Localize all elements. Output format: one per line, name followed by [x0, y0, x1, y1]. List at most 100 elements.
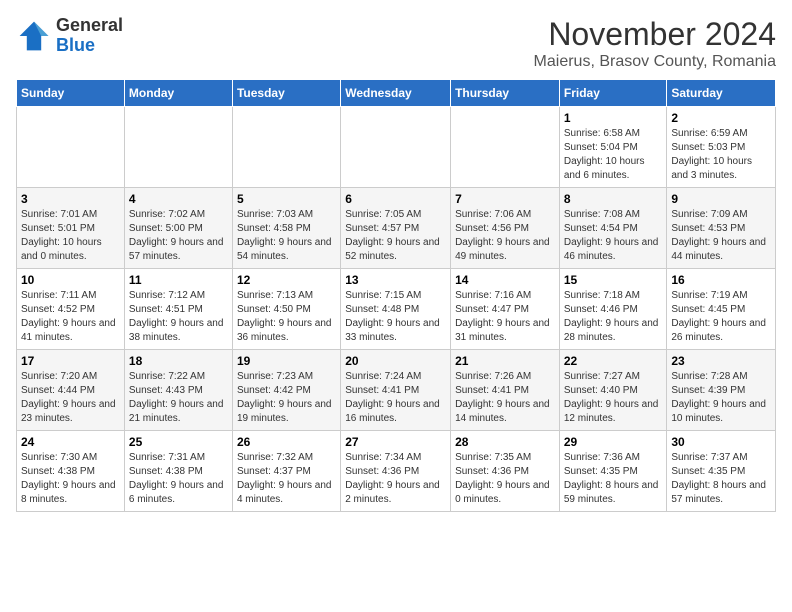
- calendar-cell: 20 Sunrise: 7:24 AM Sunset: 4:41 PM Dayli…: [341, 350, 451, 431]
- day-info: Sunrise: 7:08 AM Sunset: 4:54 PM Dayligh…: [564, 208, 663, 264]
- logo-text: General Blue: [56, 16, 123, 56]
- day-info: Sunrise: 7:19 AM Sunset: 4:45 PM Dayligh…: [671, 289, 771, 345]
- month-title: November 2024: [534, 16, 776, 53]
- calendar-cell: 30 Sunrise: 7:37 AM Sunset: 4:35 PM Dayli…: [667, 431, 776, 512]
- day-info: Sunrise: 7:05 AM Sunset: 4:57 PM Dayligh…: [345, 208, 446, 264]
- day-info: Sunrise: 7:37 AM Sunset: 4:35 PM Dayligh…: [671, 451, 771, 507]
- day-info: Sunrise: 7:13 AM Sunset: 4:50 PM Dayligh…: [237, 289, 336, 345]
- day-number: 22: [564, 354, 663, 368]
- calendar-cell: [232, 107, 340, 188]
- calendar-cell: 26 Sunrise: 7:32 AM Sunset: 4:37 PM Dayli…: [232, 431, 340, 512]
- day-info: Sunrise: 7:20 AM Sunset: 4:44 PM Dayligh…: [21, 370, 120, 426]
- calendar-cell: 17 Sunrise: 7:20 AM Sunset: 4:44 PM Dayli…: [17, 350, 125, 431]
- day-info: Sunrise: 7:32 AM Sunset: 4:37 PM Dayligh…: [237, 451, 336, 507]
- day-number: 16: [671, 273, 771, 287]
- calendar-cell: 11 Sunrise: 7:12 AM Sunset: 4:51 PM Dayli…: [124, 269, 232, 350]
- logo-icon: [16, 18, 52, 54]
- day-info: Sunrise: 7:16 AM Sunset: 4:47 PM Dayligh…: [455, 289, 555, 345]
- day-number: 12: [237, 273, 336, 287]
- day-number: 1: [564, 111, 663, 125]
- calendar-cell: 10 Sunrise: 7:11 AM Sunset: 4:52 PM Dayli…: [17, 269, 125, 350]
- day-number: 11: [129, 273, 228, 287]
- day-number: 17: [21, 354, 120, 368]
- calendar-cell: 3 Sunrise: 7:01 AM Sunset: 5:01 PM Daylig…: [17, 188, 125, 269]
- calendar-cell: 18Sunrise: 7:22 AM Sunset: 4:43 PM Dayli…: [124, 350, 232, 431]
- day-info: Sunrise: 7:34 AM Sunset: 4:36 PM Dayligh…: [345, 451, 446, 507]
- calendar-cell: 8 Sunrise: 7:08 AM Sunset: 4:54 PM Daylig…: [559, 188, 667, 269]
- day-number: 28: [455, 435, 555, 449]
- day-info: Sunrise: 7:23 AM Sunset: 4:42 PM Dayligh…: [237, 370, 336, 426]
- day-info: Sunrise: 7:36 AM Sunset: 4:35 PM Dayligh…: [564, 451, 663, 507]
- day-info: Sunrise: 6:58 AM Sunset: 5:04 PM Dayligh…: [564, 127, 663, 183]
- day-info: Sunrise: 7:12 AM Sunset: 4:51 PM Dayligh…: [129, 289, 228, 345]
- calendar-cell: [17, 107, 125, 188]
- day-of-week-header: Monday: [124, 80, 232, 107]
- day-info: Sunrise: 7:03 AM Sunset: 4:58 PM Dayligh…: [237, 208, 336, 264]
- calendar-week-row: 3 Sunrise: 7:01 AM Sunset: 5:01 PM Daylig…: [17, 188, 776, 269]
- calendar-cell: 23Sunrise: 7:28 AM Sunset: 4:39 PM Dayli…: [667, 350, 776, 431]
- day-info: Sunrise: 7:31 AM Sunset: 4:38 PM Dayligh…: [129, 451, 228, 507]
- day-number: 21: [455, 354, 555, 368]
- day-of-week-header: Sunday: [17, 80, 125, 107]
- day-number: 25: [129, 435, 228, 449]
- day-info: Sunrise: 7:09 AM Sunset: 4:53 PM Dayligh…: [671, 208, 771, 264]
- day-number: 6: [345, 192, 446, 206]
- day-info: Sunrise: 7:24 AM Sunset: 4:41 PM Dayligh…: [345, 370, 446, 426]
- day-info: Sunrise: 7:02 AM Sunset: 5:00 PM Dayligh…: [129, 208, 228, 264]
- day-info: Sunrise: 7:06 AM Sunset: 4:56 PM Dayligh…: [455, 208, 555, 264]
- day-number: 8: [564, 192, 663, 206]
- calendar-week-row: 1 Sunrise: 6:58 AM Sunset: 5:04 PM Daylig…: [17, 107, 776, 188]
- day-number: 20: [345, 354, 446, 368]
- calendar-cell: 12 Sunrise: 7:13 AM Sunset: 4:50 PM Dayli…: [232, 269, 340, 350]
- day-number: 9: [671, 192, 771, 206]
- day-info: Sunrise: 7:26 AM Sunset: 4:41 PM Dayligh…: [455, 370, 555, 426]
- day-number: 15: [564, 273, 663, 287]
- calendar-cell: 14 Sunrise: 7:16 AM Sunset: 4:47 PM Dayli…: [451, 269, 560, 350]
- day-number: 5: [237, 192, 336, 206]
- day-number: 30: [671, 435, 771, 449]
- day-of-week-header: Friday: [559, 80, 667, 107]
- day-number: 29: [564, 435, 663, 449]
- day-info: Sunrise: 7:22 AM Sunset: 4:43 PM Dayligh…: [129, 370, 228, 426]
- calendar-cell: 28Sunrise: 7:35 AM Sunset: 4:36 PM Dayli…: [451, 431, 560, 512]
- calendar-cell: 22 Sunrise: 7:27 AM Sunset: 4:40 PM Dayli…: [559, 350, 667, 431]
- day-info: Sunrise: 7:01 AM Sunset: 5:01 PM Dayligh…: [21, 208, 120, 264]
- day-of-week-header: Wednesday: [341, 80, 451, 107]
- day-number: 24: [21, 435, 120, 449]
- day-info: Sunrise: 7:11 AM Sunset: 4:52 PM Dayligh…: [21, 289, 120, 345]
- day-number: 3: [21, 192, 120, 206]
- title-area: November 2024 Maierus, Brasov County, Ro…: [534, 16, 776, 71]
- day-number: 10: [21, 273, 120, 287]
- day-number: 27: [345, 435, 446, 449]
- day-number: 23: [671, 354, 771, 368]
- calendar-cell: 16 Sunrise: 7:19 AM Sunset: 4:45 PM Dayli…: [667, 269, 776, 350]
- calendar-cell: 25 Sunrise: 7:31 AM Sunset: 4:38 PM Dayli…: [124, 431, 232, 512]
- day-number: 14: [455, 273, 555, 287]
- calendar-table: SundayMondayTuesdayWednesdayThursdayFrid…: [16, 79, 776, 512]
- day-of-week-header: Tuesday: [232, 80, 340, 107]
- calendar-cell: 15 Sunrise: 7:18 AM Sunset: 4:46 PM Dayli…: [559, 269, 667, 350]
- calendar-cell: [451, 107, 560, 188]
- calendar-cell: 13Sunrise: 7:15 AM Sunset: 4:48 PM Dayli…: [341, 269, 451, 350]
- day-of-week-header: Saturday: [667, 80, 776, 107]
- calendar-week-row: 10 Sunrise: 7:11 AM Sunset: 4:52 PM Dayli…: [17, 269, 776, 350]
- calendar-cell: 7Sunrise: 7:06 AM Sunset: 4:56 PM Daylig…: [451, 188, 560, 269]
- location-title: Maierus, Brasov County, Romania: [534, 53, 776, 71]
- page-header: General Blue November 2024 Maierus, Bras…: [16, 16, 776, 71]
- calendar-cell: 27 Sunrise: 7:34 AM Sunset: 4:36 PM Dayli…: [341, 431, 451, 512]
- calendar-cell: 9 Sunrise: 7:09 AM Sunset: 4:53 PM Daylig…: [667, 188, 776, 269]
- day-info: Sunrise: 7:30 AM Sunset: 4:38 PM Dayligh…: [21, 451, 120, 507]
- day-of-week-header: Thursday: [451, 80, 560, 107]
- logo: General Blue: [16, 16, 123, 56]
- calendar-cell: [124, 107, 232, 188]
- calendar-cell: 19Sunrise: 7:23 AM Sunset: 4:42 PM Dayli…: [232, 350, 340, 431]
- day-info: Sunrise: 7:27 AM Sunset: 4:40 PM Dayligh…: [564, 370, 663, 426]
- calendar-cell: [341, 107, 451, 188]
- day-info: Sunrise: 7:15 AM Sunset: 4:48 PM Dayligh…: [345, 289, 446, 345]
- day-number: 26: [237, 435, 336, 449]
- day-info: Sunrise: 7:18 AM Sunset: 4:46 PM Dayligh…: [564, 289, 663, 345]
- calendar-cell: 2Sunrise: 6:59 AM Sunset: 5:03 PM Daylig…: [667, 107, 776, 188]
- calendar-cell: 21 Sunrise: 7:26 AM Sunset: 4:41 PM Dayli…: [451, 350, 560, 431]
- calendar-cell: 1 Sunrise: 6:58 AM Sunset: 5:04 PM Daylig…: [559, 107, 667, 188]
- day-number: 4: [129, 192, 228, 206]
